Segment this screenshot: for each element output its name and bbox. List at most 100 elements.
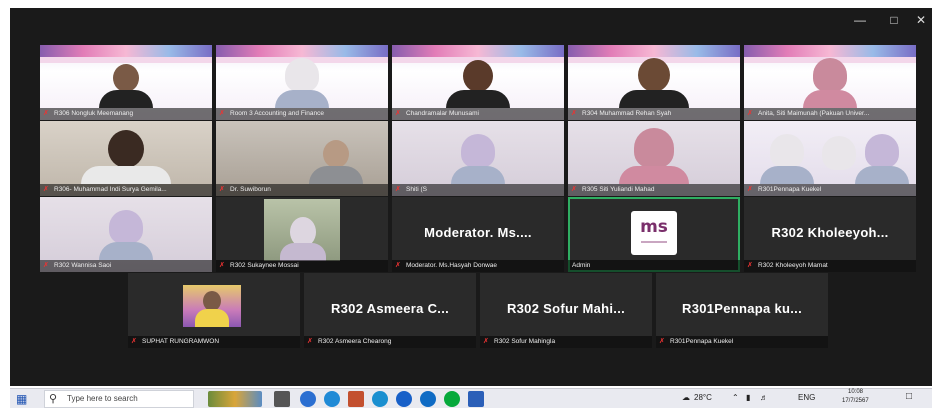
participant-video: [81, 130, 171, 184]
participant-tile[interactable]: ✗ Room 3 Accounting and Finance: [216, 45, 388, 120]
participant-name: R302 Kholeeyoh Mamat: [758, 262, 828, 269]
tray-expand-icon[interactable]: ⌃: [732, 393, 739, 402]
participant-tile[interactable]: R302 Sofur Mahi... ✗ R302 Sofur Mahingla: [480, 273, 652, 348]
participant-display-name: R302 Asmeera C...: [330, 301, 450, 316]
participant-tile[interactable]: ✗ SUPHAT RUNGRAMWON: [128, 273, 300, 348]
participant-tile[interactable]: R301Pennapa ku... ✗ R301Pennapa Kuekel: [656, 273, 828, 348]
mic-muted-icon: ✗: [219, 110, 225, 117]
participant-name: R302 Asmeera Chearong: [318, 338, 392, 345]
participant-name: Moderator. Ms.Hasyah Donwae: [406, 262, 498, 269]
participant-tile[interactable]: ✗ R302 Sukaynee Mossai: [216, 197, 388, 272]
participant-name: Room 3 Accounting and Finance: [230, 110, 324, 117]
word-icon[interactable]: [468, 391, 484, 407]
mic-muted-icon: ✗: [571, 186, 577, 193]
edge-icon[interactable]: [324, 391, 340, 407]
outlook-icon[interactable]: [420, 391, 436, 407]
participant-name: R301Pennapa Kuekel: [758, 186, 822, 193]
participant-tile[interactable]: ✗ R306 Nongluk Meemanang: [40, 45, 212, 120]
participant-name: Anita, Siti Maimunah (Pakuan Univer...: [758, 110, 870, 117]
participant-tile[interactable]: ✗ Chandramalar Munusami: [392, 45, 564, 120]
notification-icon[interactable]: □: [906, 391, 912, 402]
participant-name: Admin: [572, 262, 591, 269]
ms-logo: ms: [631, 211, 677, 255]
participant-tile[interactable]: Moderator. Ms.... ✗ Moderator. Ms.Hasyah …: [392, 197, 564, 272]
participant-photo: [183, 285, 241, 327]
participant-tile[interactable]: ✗ R301Pennapa Kuekel: [744, 121, 916, 196]
participant-video: [275, 58, 329, 108]
participant-name: Shiti (S: [406, 186, 427, 193]
participant-tile[interactable]: R302 Asmeera C... ✗ R302 Asmeera Chearong: [304, 273, 476, 348]
maximize-icon[interactable]: □: [880, 12, 908, 28]
windows-start-icon[interactable]: ▦: [16, 392, 30, 406]
chrome-icon[interactable]: [300, 391, 316, 407]
participant-video: [803, 58, 857, 108]
participant-video: [854, 134, 909, 184]
participant-name: R302 Sofur Mahingla: [494, 338, 556, 345]
widgets-icon[interactable]: [208, 391, 262, 407]
participant-video: [264, 199, 340, 261]
participant-video: [619, 128, 689, 184]
mic-muted-icon: ✗: [219, 186, 225, 193]
participant-name: R302 Sukaynee Mossai: [230, 262, 299, 269]
participant-tile[interactable]: ✗ Anita, Siti Maimunah (Pakuan Univer...: [744, 45, 916, 120]
participant-display-name: R301Pennapa ku...: [682, 301, 802, 316]
mic-muted-icon: ✗: [131, 338, 137, 345]
mic-muted-icon: ✗: [307, 338, 313, 345]
participant-video: [760, 134, 814, 184]
participant-display-name: R302 Kholeeyoh...: [771, 225, 889, 240]
close-icon[interactable]: ✕: [907, 12, 932, 28]
zoom-icon[interactable]: [396, 391, 412, 407]
event-banner: [216, 45, 388, 57]
participant-tile-active-speaker[interactable]: ms Admin: [568, 197, 740, 272]
search-icon: ⚲: [49, 393, 58, 405]
mic-muted-icon: ✗: [395, 262, 401, 269]
participant-video: [309, 140, 364, 184]
participant-video: [446, 60, 510, 108]
participant-video: [821, 136, 856, 170]
network-icon[interactable]: ▮: [746, 393, 750, 402]
taskbar-search-input[interactable]: ⚲ Type here to search: [44, 390, 194, 408]
store-icon[interactable]: [348, 391, 364, 407]
mic-muted-icon: ✗: [395, 186, 401, 193]
participant-tile[interactable]: ✗ R306- Muhammad Indi Surya Gemila...: [40, 121, 212, 196]
participant-tile[interactable]: ✗ Dr. Suwiborun: [216, 121, 388, 196]
mic-muted-icon: ✗: [659, 338, 665, 345]
participant-tile[interactable]: R302 Kholeeyoh... ✗ R302 Kholeeyoh Mamat: [744, 197, 916, 272]
event-banner: [568, 45, 740, 57]
app-icon[interactable]: [372, 391, 388, 407]
event-banner: [392, 45, 564, 57]
task-view-icon[interactable]: [274, 391, 290, 407]
participant-video: [99, 210, 153, 260]
participant-tile[interactable]: ✗ Shiti (S: [392, 121, 564, 196]
mic-muted-icon: ✗: [747, 186, 753, 193]
participant-name: R301Pennapa Kuekel: [670, 338, 734, 345]
mic-muted-icon: ✗: [395, 110, 401, 117]
temperature-text[interactable]: 28°C: [694, 393, 712, 402]
participant-name: R304 Muhammad Rehan Syah: [582, 110, 672, 117]
mic-muted-icon: ✗: [43, 110, 49, 117]
participant-name: R305 Siti Yuliandi Mahad: [582, 186, 655, 193]
event-banner: [744, 45, 916, 57]
participant-name: R302 Wannisa Saoi: [54, 262, 112, 269]
clock-time[interactable]: 10:08: [848, 389, 863, 395]
event-banner: [40, 45, 212, 57]
participant-name: R306- Muhammad Indi Surya Gemila...: [54, 186, 167, 193]
zoom-meeting-window: — □ ✕ ✗ R306 Nongluk Meemanang ✗ Room 3 Ac…: [10, 8, 932, 386]
weather-icon[interactable]: ☁: [682, 393, 690, 402]
mic-muted-icon: ✗: [219, 262, 225, 269]
mic-muted-icon: ✗: [747, 262, 753, 269]
participant-tile[interactable]: ✗ R305 Siti Yuliandi Mahad: [568, 121, 740, 196]
participant-name: R306 Nongluk Meemanang: [54, 110, 134, 117]
minimize-icon[interactable]: —: [846, 12, 874, 28]
clock-date[interactable]: 17/7/2567: [842, 398, 869, 404]
participant-name: Dr. Suwiborun: [230, 186, 271, 193]
participant-tile[interactable]: ✗ R302 Wannisa Saoi: [40, 197, 212, 272]
windows-taskbar: ▦ ⚲ Type here to search ☁ 28°C ⌃ ▮ ♬ ENG…: [10, 388, 932, 408]
volume-icon[interactable]: ♬: [760, 393, 768, 402]
participant-tile[interactable]: ✗ R304 Muhammad Rehan Syah: [568, 45, 740, 120]
mic-muted-icon: ✗: [43, 262, 49, 269]
language-indicator[interactable]: ENG: [798, 393, 815, 402]
participant-display-name: R302 Sofur Mahi...: [506, 301, 626, 316]
mic-muted-icon: ✗: [483, 338, 489, 345]
line-icon[interactable]: [444, 391, 460, 407]
